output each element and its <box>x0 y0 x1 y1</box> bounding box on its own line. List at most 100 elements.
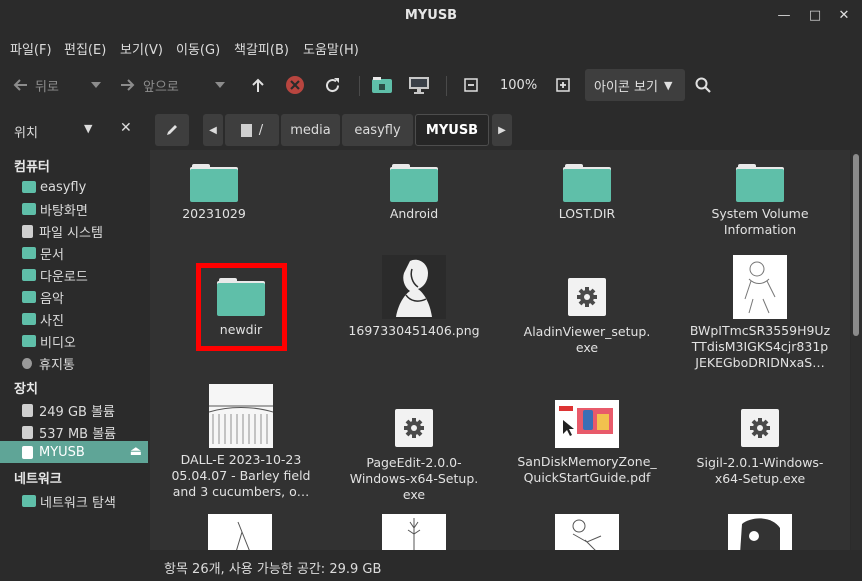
sidebar-item-downloads[interactable]: 다운로드 <box>0 264 148 286</box>
image-thumbnail[interactable] <box>382 514 446 550</box>
file-name-line: exe <box>575 340 599 355</box>
scrollbar-thumb[interactable] <box>853 154 859 336</box>
drive-icon <box>22 403 33 417</box>
status-bar: 항목 26개, 사용 가능한 공간: 29.9 GB <box>150 550 862 581</box>
path-segment-easyfly[interactable]: easyfly <box>342 114 413 146</box>
forward-button[interactable]: 앞으로 <box>120 68 179 102</box>
documents-folder-icon <box>22 247 36 259</box>
file-item-image[interactable]: 1697330451406.png <box>334 255 494 339</box>
sidebar-item-label: 파일 시스템 <box>39 225 103 241</box>
toolbar: 뒤로 앞으로 100% 아이콘 보기 ▼ <box>0 64 862 106</box>
sidebar-item-documents[interactable]: 문서 <box>0 242 148 264</box>
monitor-icon <box>409 77 429 94</box>
sidebar-item-trash[interactable]: 휴지통 <box>0 352 148 374</box>
sketch-thumbnail <box>740 518 780 550</box>
search-button[interactable] <box>695 68 711 102</box>
file-name-line: exe <box>402 487 426 502</box>
menu-help[interactable]: 도움말(H) <box>303 39 359 58</box>
toolbar-separator <box>359 76 360 96</box>
caret-down-icon: ▼ <box>663 78 673 92</box>
pictures-folder-icon <box>22 313 36 325</box>
path-segment-root[interactable]: / <box>225 114 279 146</box>
file-item-pdf[interactable]: SanDiskMemoryZone_ QuickStartGuide.pdf <box>507 400 667 486</box>
edit-location-button[interactable] <box>155 114 189 146</box>
zoom-out-button[interactable] <box>464 68 478 102</box>
executable-icon <box>568 278 606 316</box>
forward-history-dropdown[interactable] <box>214 68 226 102</box>
sidebar-item-label: MYUSB <box>39 444 85 460</box>
sidebar-item-label: 바탕화면 <box>40 203 88 219</box>
menu-bookmarks[interactable]: 책갈피(B) <box>234 39 289 58</box>
file-item-image[interactable]: BWpITmcSR3559H9Uz TTdisM3IGKS4cjr831p JE… <box>680 255 840 371</box>
file-name-line: Information <box>723 222 797 237</box>
eject-icon[interactable]: ⏏ <box>130 444 142 459</box>
menu-file[interactable]: 파일(F) <box>10 39 52 58</box>
sidebar-item-filesystem[interactable]: 파일 시스템 <box>0 220 148 242</box>
sidebar-item-desktop[interactable]: 바탕화면 <box>0 198 148 220</box>
sidebar-close-button[interactable]: ✕ <box>120 120 132 136</box>
stop-button[interactable] <box>285 68 305 102</box>
sidebar-item-music[interactable]: 음악 <box>0 286 148 308</box>
path-scroll-left[interactable]: ◀ <box>203 114 223 146</box>
image-thumbnail[interactable] <box>208 514 272 550</box>
monitor-button[interactable] <box>408 68 430 102</box>
file-name-line: Sigil-2.0.1-Windows- <box>696 455 824 470</box>
menu-go[interactable]: 이동(G) <box>176 39 220 58</box>
file-item-folder[interactable]: 20231029 <box>150 164 294 222</box>
sidebar-item-volume-249gb[interactable]: 249 GB 볼륨 <box>0 399 148 421</box>
file-name-line: and 3 cucumbers, o… <box>172 484 310 499</box>
sidebar-item-network-browse[interactable]: 네트워크 탐색 <box>0 490 148 512</box>
file-item-image[interactable]: DALL-E 2023-10-23 05.04.07 - Barley fiel… <box>161 384 321 500</box>
file-item-folder[interactable]: System Volume Information <box>680 164 840 238</box>
folder-icon <box>190 164 238 202</box>
file-item-folder[interactable]: LOST.DIR <box>507 164 667 222</box>
zoom-in-button[interactable] <box>556 68 570 102</box>
maximize-button[interactable]: □ <box>805 6 825 26</box>
sidebar-item-volume-537mb[interactable]: 537 MB 볼륨 <box>0 421 148 443</box>
sidebar-item-label: 다운로드 <box>40 269 88 285</box>
image-thumbnail[interactable] <box>555 514 619 550</box>
zoom-level: 100% <box>500 77 538 93</box>
close-button[interactable]: ✕ <box>834 6 854 26</box>
file-item-exe[interactable]: PageEdit-2.0.0- Windows-x64-Setup. exe <box>334 409 494 503</box>
menu-view[interactable]: 보기(V) <box>120 39 163 58</box>
executable-icon <box>395 409 433 447</box>
back-history-dropdown[interactable] <box>90 68 102 102</box>
image-thumbnail[interactable] <box>728 514 792 550</box>
file-item-exe[interactable]: AladinViewer_setup. exe <box>507 278 667 356</box>
trash-icon <box>22 357 32 369</box>
back-button[interactable]: 뒤로 <box>12 68 59 102</box>
file-name-line: PageEdit-2.0.0- <box>366 455 462 470</box>
up-button[interactable] <box>251 68 265 102</box>
sidebar-item-videos[interactable]: 비디오 <box>0 330 148 352</box>
sketch-thumbnail <box>236 521 250 550</box>
view-mode-select[interactable]: 아이콘 보기 ▼ <box>585 69 685 101</box>
desktop-folder-icon <box>22 203 36 215</box>
view-mode-label: 아이콘 보기 <box>594 79 658 95</box>
title-bar: MYUSB — □ ✕ <box>0 0 862 32</box>
path-segment-media[interactable]: media <box>281 114 340 146</box>
path-scroll-right[interactable]: ▶ <box>492 114 512 146</box>
caret-down-icon <box>91 82 101 88</box>
path-segment-myusb[interactable]: MYUSB <box>415 114 489 146</box>
sidebar-item-myusb[interactable]: MYUSB ⏏ <box>0 441 148 463</box>
reload-icon <box>326 77 340 92</box>
minimize-button[interactable]: — <box>774 6 794 26</box>
sidebar-item-easyfly[interactable]: easyfly <box>0 176 148 198</box>
drive-icon <box>240 123 252 137</box>
file-name-line: SanDiskMemoryZone_ <box>517 454 657 469</box>
menu-edit[interactable]: 편집(E) <box>64 39 106 58</box>
vertical-scrollbar[interactable] <box>851 150 862 550</box>
sidebar-item-pictures[interactable]: 사진 <box>0 308 148 330</box>
sidebar-item-label: 음악 <box>40 291 64 307</box>
file-item-folder[interactable]: Android <box>334 164 494 222</box>
sidebar-mode-dropdown[interactable]: ▼ <box>84 122 92 135</box>
file-item-exe[interactable]: Sigil-2.0.1-Windows- x64-Setup.exe <box>680 409 840 487</box>
computer-button[interactable] <box>371 68 393 102</box>
sidebar-section-network: 네트워크 <box>14 472 62 487</box>
home-folder-icon <box>22 181 36 193</box>
sidebar: 컴퓨터 easyfly 바탕화면 파일 시스템 문서 다운로드 음악 사진 비디… <box>0 150 148 581</box>
file-name-line: 05.04.07 - Barley field <box>171 468 311 483</box>
reload-button[interactable] <box>324 68 341 102</box>
chevron-right-icon: ▶ <box>498 124 506 136</box>
